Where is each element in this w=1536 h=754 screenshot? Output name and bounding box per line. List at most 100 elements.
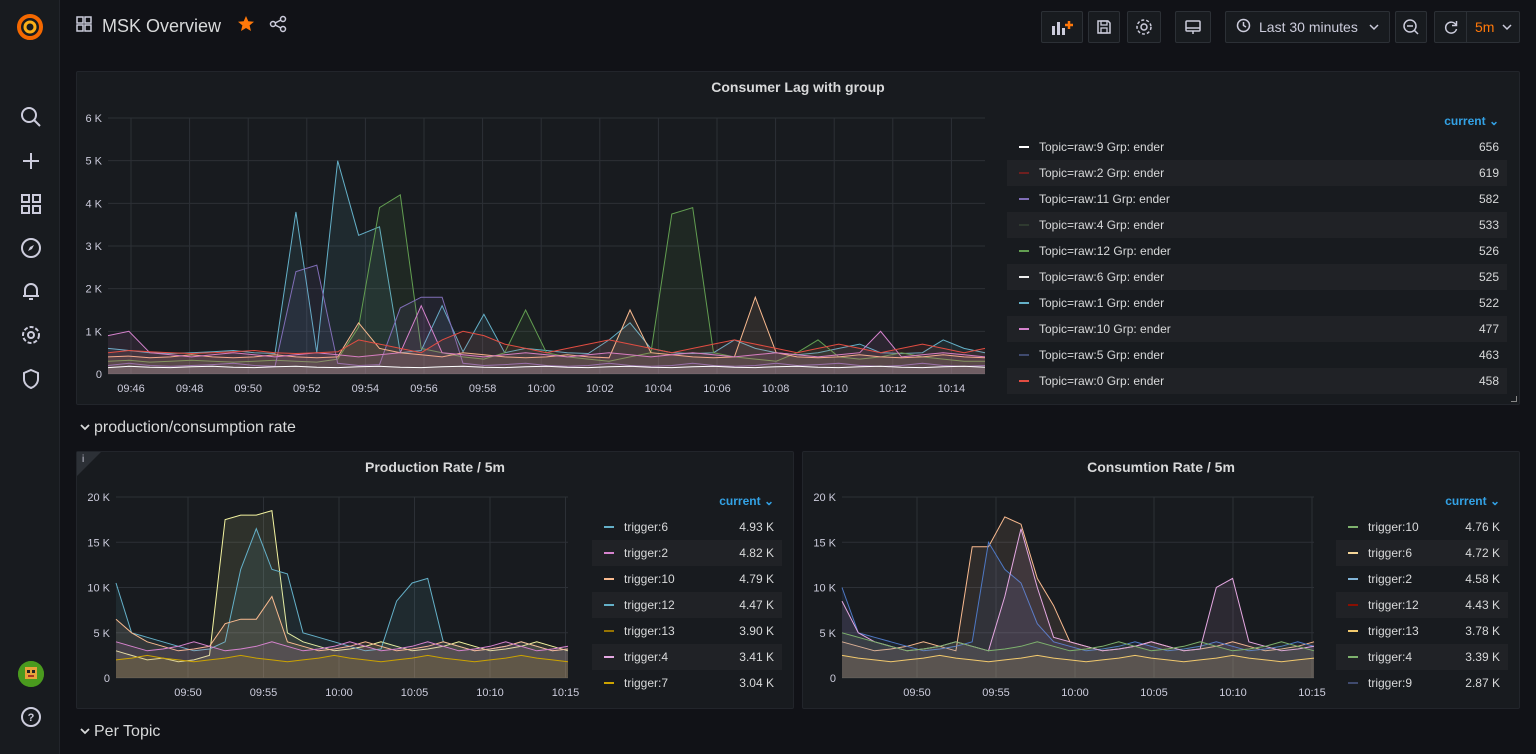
legend-series-name[interactable]: Topic=raw:5 Grp: ender: [1039, 348, 1447, 362]
series-color-swatch[interactable]: [1019, 380, 1029, 382]
series-color-swatch[interactable]: [604, 552, 614, 554]
series-color-swatch[interactable]: [1348, 682, 1358, 684]
legend-item[interactable]: trigger:2 4.82 K: [592, 540, 782, 566]
series-color-swatch[interactable]: [1019, 224, 1029, 226]
series-color-swatch[interactable]: [1348, 552, 1358, 554]
consumption-rate-chart[interactable]: 0 5 K 10 K 15 K 20 K 09:50 09:55 10:00 10:05 10:1…: [803, 484, 1333, 709]
legend-item[interactable]: Topic=raw:1 Grp: ender 522: [1007, 290, 1507, 316]
legend-series-name[interactable]: trigger:9: [1368, 676, 1448, 690]
plus-icon[interactable]: [18, 148, 44, 174]
legend-series-name[interactable]: Topic=raw:1 Grp: ender: [1039, 296, 1447, 310]
configuration-icon[interactable]: [18, 322, 44, 348]
series-color-swatch[interactable]: [1019, 172, 1029, 174]
legend-item[interactable]: trigger:10 4.76 K: [1336, 514, 1508, 540]
legend-item[interactable]: trigger:6 4.72 K: [1336, 540, 1508, 566]
legend-series-name[interactable]: Topic=raw:11 Grp: ender: [1039, 192, 1447, 206]
consumer-lag-panel[interactable]: Consumer Lag with group 0 1 K 2 K 3 K 4 K 5 K…: [76, 71, 1520, 405]
refresh-icon[interactable]: [1435, 12, 1467, 42]
legend-series-name[interactable]: Topic=raw:12 Grp: ender: [1039, 244, 1447, 258]
legend-item[interactable]: trigger:13 3.90 K: [592, 618, 782, 644]
share-icon[interactable]: [269, 15, 287, 38]
production-rate-panel[interactable]: i Production Rate / 5m 05 K 10 K 15 K 20 K0…: [76, 451, 794, 709]
series-color-swatch[interactable]: [604, 526, 614, 528]
row-header-production-consumption[interactable]: production/consumption rate: [80, 419, 296, 437]
legend-item[interactable]: Topic=raw:9 Grp: ender 656: [1007, 134, 1507, 160]
series-color-swatch[interactable]: [1019, 354, 1029, 356]
cycle-view-mode-button[interactable]: [1175, 11, 1211, 43]
series-color-swatch[interactable]: [1019, 302, 1029, 304]
legend-item[interactable]: trigger:9 2.87 K: [1336, 670, 1508, 696]
legend-item[interactable]: Topic=raw:5 Grp: ender 463: [1007, 342, 1507, 368]
legend-item[interactable]: trigger:6 4.93 K: [592, 514, 782, 540]
legend-series-name[interactable]: trigger:12: [1368, 598, 1448, 612]
series-color-swatch[interactable]: [1348, 604, 1358, 606]
alerting-icon[interactable]: [18, 278, 44, 304]
series-color-swatch[interactable]: [604, 656, 614, 658]
avatar[interactable]: [18, 661, 44, 687]
legend-series-name[interactable]: trigger:10: [1368, 520, 1448, 534]
legend-item[interactable]: Topic=raw:6 Grp: ender 525: [1007, 264, 1507, 290]
consumer-lag-chart[interactable]: 0 1 K 2 K 3 K 4 K 5 K 6 K 09:46 09:48 09:50 09:52 0…: [77, 104, 997, 404]
refresh-picker[interactable]: 5m: [1434, 11, 1520, 43]
legend-item[interactable]: trigger:13 3.78 K: [1336, 618, 1508, 644]
legend-series-name[interactable]: trigger:12: [624, 598, 722, 612]
resize-handle-icon[interactable]: [1511, 396, 1517, 402]
legend-item[interactable]: trigger:4 3.41 K: [592, 644, 782, 670]
star-icon[interactable]: [237, 15, 255, 38]
dashboards-icon[interactable]: [18, 191, 44, 217]
legend-series-name[interactable]: trigger:2: [624, 546, 722, 560]
series-color-swatch[interactable]: [1348, 526, 1358, 528]
legend-series-name[interactable]: trigger:6: [624, 520, 722, 534]
legend-item[interactable]: Topic=raw:11 Grp: ender 582: [1007, 186, 1507, 212]
zoom-out-button[interactable]: [1395, 11, 1427, 43]
dashboard-settings-button[interactable]: [1127, 11, 1161, 43]
row-header-per-topic[interactable]: Per Topic: [80, 723, 160, 741]
legend-series-name[interactable]: trigger:4: [624, 650, 722, 664]
shield-icon[interactable]: [18, 366, 44, 392]
legend-series-name[interactable]: trigger:6: [1368, 546, 1448, 560]
legend-series-name[interactable]: Topic=raw:10 Grp: ender: [1039, 322, 1447, 336]
legend-item[interactable]: Topic=raw:12 Grp: ender 526: [1007, 238, 1507, 264]
legend-item[interactable]: trigger:10 4.79 K: [592, 566, 782, 592]
series-color-swatch[interactable]: [1019, 146, 1029, 148]
series-color-swatch[interactable]: [604, 604, 614, 606]
legend-sort-current[interactable]: current ⌄: [719, 494, 774, 508]
series-color-swatch[interactable]: [1348, 656, 1358, 658]
series-color-swatch[interactable]: [1019, 198, 1029, 200]
legend-series-name[interactable]: Topic=raw:0 Grp: ender: [1039, 374, 1447, 388]
add-panel-button[interactable]: [1041, 11, 1083, 43]
time-range-picker[interactable]: Last 30 minutes: [1225, 11, 1390, 43]
series-color-swatch[interactable]: [1348, 630, 1358, 632]
search-icon[interactable]: [18, 104, 44, 130]
legend-series-name[interactable]: Topic=raw:2 Grp: ender: [1039, 166, 1447, 180]
legend-series-name[interactable]: trigger:13: [624, 624, 722, 638]
legend-series-name[interactable]: Topic=raw:4 Grp: ender: [1039, 218, 1447, 232]
help-icon[interactable]: ?: [18, 704, 44, 730]
legend-item[interactable]: trigger:2 4.58 K: [1336, 566, 1508, 592]
series-color-swatch[interactable]: [1019, 328, 1029, 330]
legend-item[interactable]: trigger:7 3.04 K: [592, 670, 782, 696]
grafana-logo-icon[interactable]: [14, 11, 46, 43]
legend-sort-current[interactable]: current ⌄: [1444, 114, 1499, 128]
legend-series-name[interactable]: trigger:10: [624, 572, 722, 586]
legend-item[interactable]: trigger:12 4.43 K: [1336, 592, 1508, 618]
series-color-swatch[interactable]: [1019, 250, 1029, 252]
save-dashboard-button[interactable]: [1088, 11, 1120, 43]
panel-title[interactable]: Consumtion Rate / 5m: [803, 459, 1519, 475]
legend-item[interactable]: trigger:4 3.39 K: [1336, 644, 1508, 670]
legend-item[interactable]: trigger:12 4.47 K: [592, 592, 782, 618]
legend-sort-current[interactable]: current ⌄: [1445, 494, 1500, 508]
panel-title[interactable]: Consumer Lag with group: [77, 79, 1519, 95]
legend-series-name[interactable]: trigger:13: [1368, 624, 1448, 638]
production-rate-chart[interactable]: 0 5 K 10 K 15 K 20 K 09:50 09:55 10:00 10:05 10:1…: [77, 484, 587, 709]
series-color-swatch[interactable]: [1019, 276, 1029, 278]
series-color-swatch[interactable]: [1348, 578, 1358, 580]
legend-item[interactable]: Topic=raw:0 Grp: ender 458: [1007, 368, 1507, 394]
consumption-rate-panel[interactable]: Consumtion Rate / 5m 0 5 K 10 K 15 K 20 K 09:…: [802, 451, 1520, 709]
legend-series-name[interactable]: Topic=raw:9 Grp: ender: [1039, 140, 1447, 154]
series-color-swatch[interactable]: [604, 578, 614, 580]
series-color-swatch[interactable]: [604, 630, 614, 632]
legend-series-name[interactable]: Topic=raw:6 Grp: ender: [1039, 270, 1447, 284]
legend-item[interactable]: Topic=raw:10 Grp: ender 477: [1007, 316, 1507, 342]
legend-item[interactable]: Topic=raw:2 Grp: ender 619: [1007, 160, 1507, 186]
